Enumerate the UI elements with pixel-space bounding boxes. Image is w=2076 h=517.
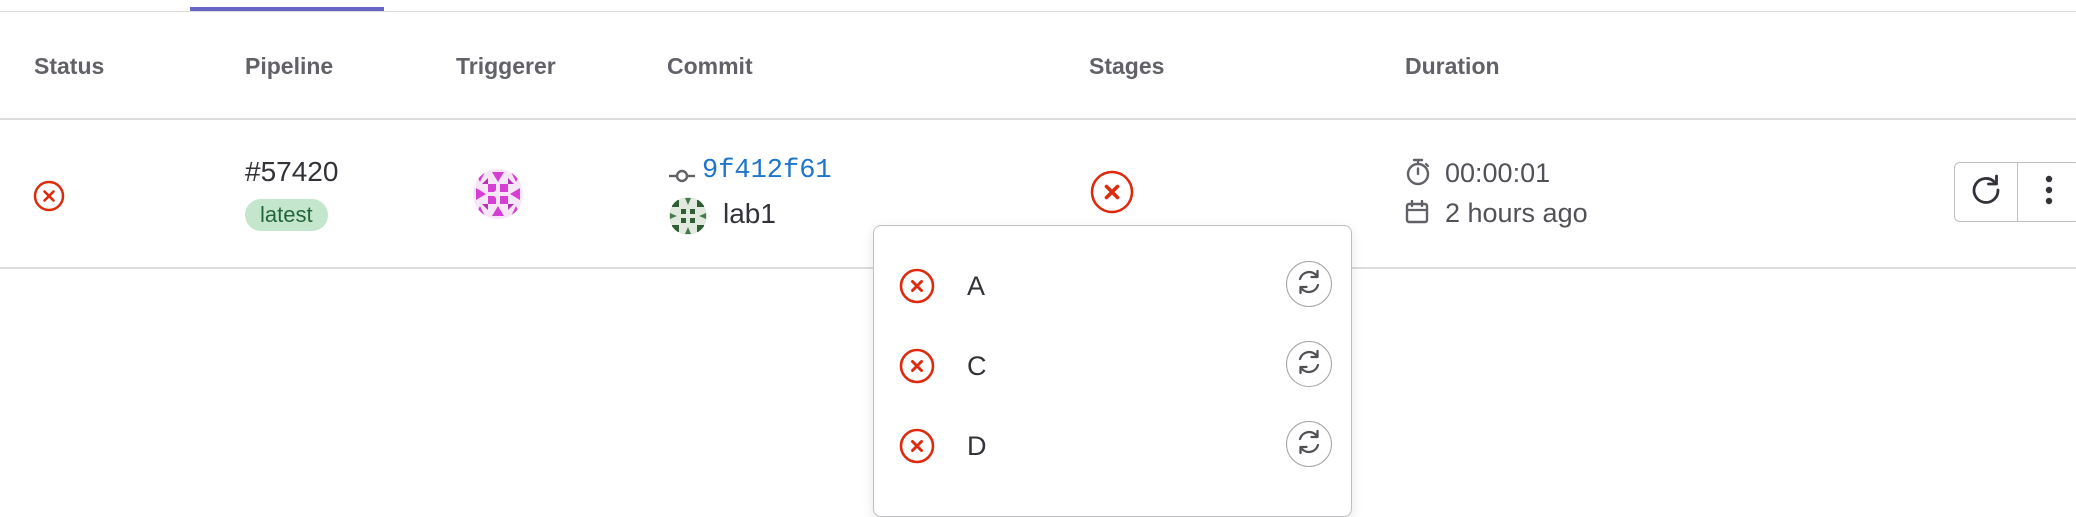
retry-icon: [1295, 428, 1323, 461]
failed-status-icon[interactable]: [33, 180, 65, 217]
more-actions-button[interactable]: [2017, 163, 2076, 221]
table-header: Status Pipeline Triggerer Commit Stages …: [0, 12, 2076, 120]
commit-author[interactable]: lab1: [723, 198, 776, 230]
job-name: A: [967, 271, 986, 301]
calendar-icon: [1405, 199, 1429, 229]
header-triggerer: Triggerer: [456, 53, 556, 79]
triggerer-avatar[interactable]: [472, 168, 524, 225]
duration-value: 00:00:01: [1445, 158, 1551, 188]
retry-job-button[interactable]: [1286, 341, 1332, 387]
job-name: C: [967, 351, 987, 381]
stage-jobs-dropdown: A C D: [873, 225, 1352, 517]
failed-status-icon: [899, 428, 935, 469]
retry-icon: [1295, 268, 1323, 301]
header-duration: Duration: [1405, 53, 1500, 79]
failed-status-icon: [899, 348, 935, 389]
header-commit: Commit: [667, 53, 753, 79]
stage-failed-icon[interactable]: [1090, 170, 1134, 219]
job-item-c[interactable]: C: [874, 331, 1351, 401]
header-pipeline: Pipeline: [245, 53, 334, 79]
author-avatar[interactable]: [668, 196, 708, 241]
retry-icon: [1295, 348, 1323, 381]
failed-status-icon: [899, 268, 935, 309]
timer-icon: [1405, 158, 1431, 191]
retry-pipeline-button[interactable]: [1955, 163, 2017, 221]
pipeline-id-link[interactable]: #57420: [245, 156, 338, 188]
commit-icon: [668, 164, 696, 193]
header-status: Status: [34, 53, 105, 79]
header-stages: Stages: [1089, 53, 1165, 79]
pipeline-actions: [1954, 162, 2076, 222]
retry-icon: [1969, 173, 2003, 212]
kebab-menu-icon: [2044, 173, 2054, 212]
job-item-d[interactable]: D: [874, 411, 1351, 481]
commit-sha-link[interactable]: 9f412f61: [702, 156, 832, 186]
retry-job-button[interactable]: [1286, 261, 1332, 307]
job-item-a[interactable]: A: [874, 251, 1351, 321]
job-name: D: [967, 431, 987, 461]
retry-job-button[interactable]: [1286, 421, 1332, 467]
finished-time: 2 hours ago: [1445, 198, 1588, 228]
latest-badge: latest: [245, 199, 328, 231]
